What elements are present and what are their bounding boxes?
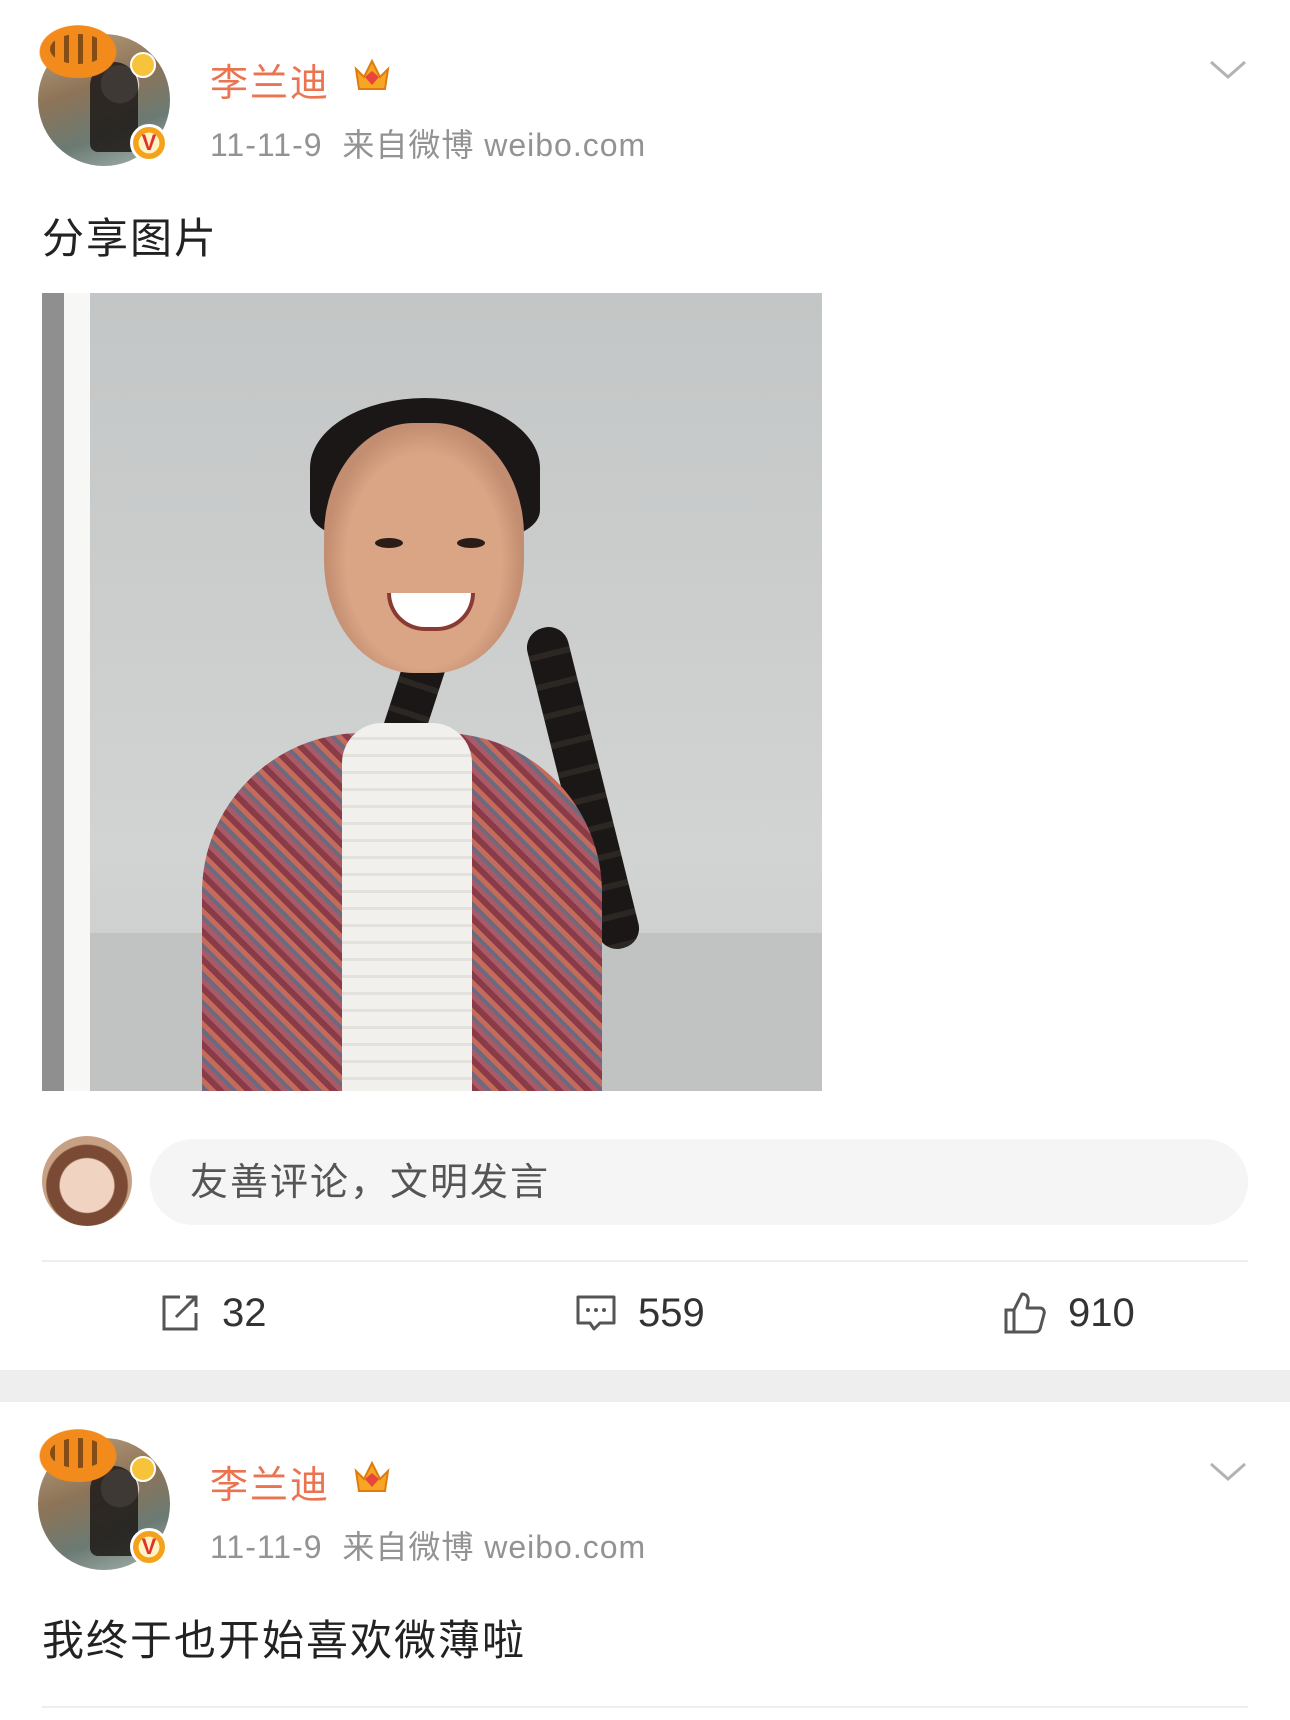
divider [42, 1260, 1248, 1262]
crown-icon [354, 58, 390, 90]
post-separator [0, 1370, 1290, 1402]
like-count: 910 [1068, 1290, 1135, 1335]
author-avatar[interactable]: V [32, 1424, 170, 1570]
post-meta: 11-11-9 来自微博 weibo.com [210, 1522, 646, 1568]
post-date: 11-11-9 [210, 1529, 323, 1565]
post-card: V 李兰迪 11-11-9 来自微博 weibo.com 我终于也开始喜欢微薄啦 [0, 1402, 1290, 1720]
crown-icon [354, 1460, 390, 1492]
post-meta: 11-11-9 来自微博 weibo.com [210, 120, 646, 166]
author-name[interactable]: 李兰迪 [210, 52, 330, 107]
comment-count: 559 [638, 1290, 705, 1335]
post-source[interactable]: 来自微博 weibo.com [342, 127, 646, 163]
post-source[interactable]: 来自微博 weibo.com [342, 1529, 646, 1565]
chevron-down-icon[interactable] [1208, 1460, 1248, 1484]
tiger-decoration-icon [32, 20, 124, 78]
post-text: 我终于也开始喜欢微薄啦 [42, 1616, 527, 1665]
repost-button[interactable]: 32 [158, 1283, 267, 1343]
repost-count: 32 [222, 1290, 267, 1335]
like-icon [1004, 1292, 1046, 1334]
comment-icon [576, 1295, 616, 1331]
chevron-down-icon[interactable] [1208, 58, 1248, 82]
verified-badge-icon: V [130, 124, 168, 162]
current-user-avatar [42, 1136, 132, 1226]
verified-badge-icon: V [130, 1528, 168, 1566]
post-image[interactable] [42, 293, 822, 1091]
post-text: 分享图片 [42, 214, 219, 263]
post-date: 11-11-9 [210, 127, 323, 163]
comment-input[interactable]: 友善评论，文明发言 [150, 1139, 1248, 1225]
author-name[interactable]: 李兰迪 [210, 1454, 330, 1509]
comment-button[interactable]: 559 [574, 1283, 705, 1343]
repost-icon [162, 1295, 198, 1331]
tiger-decoration-icon [32, 1424, 124, 1482]
author-avatar[interactable]: V [32, 20, 170, 166]
divider [42, 1706, 1248, 1708]
post-card: V 李兰迪 11-11-9 来自微博 weibo.com 分享图片 友善评论，文… [0, 0, 1290, 1370]
like-button[interactable]: 910 [1002, 1283, 1135, 1343]
